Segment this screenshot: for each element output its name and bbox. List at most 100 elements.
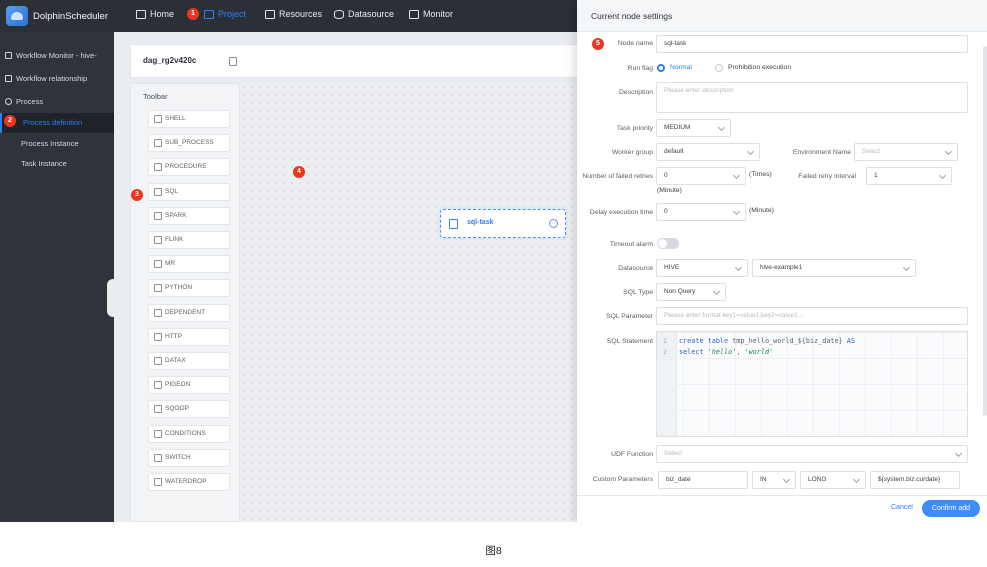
nav-datasource[interactable]: Datasource bbox=[334, 9, 394, 19]
confirm-add-button[interactable]: Confirm add bbox=[922, 500, 980, 517]
sidebar: Workflow Monitor - hive- Workflow relati… bbox=[0, 32, 115, 522]
node-connect-icon[interactable] bbox=[549, 219, 558, 228]
nav-monitor[interactable]: Monitor bbox=[409, 9, 453, 19]
tool-label: HTTP bbox=[165, 332, 182, 340]
tool-sub-process[interactable]: SUB_PROCESS bbox=[148, 134, 230, 153]
sql-statement-editor[interactable]: 1 2 create table tmp_hello_world_${biz_d… bbox=[656, 331, 968, 437]
app-logo[interactable]: DolphinScheduler bbox=[6, 6, 108, 26]
custom-param-value-input[interactable]: ${system.biz.curdate} bbox=[870, 471, 960, 489]
sidebar-item-process-definition[interactable]: Process definition bbox=[0, 113, 114, 133]
sidebar-item-workflow-monitor[interactable]: Workflow Monitor - hive- bbox=[0, 46, 114, 66]
sidebar-item-workflow-relationship[interactable]: Workflow relationship bbox=[0, 69, 114, 89]
line-number: 1 bbox=[663, 337, 667, 345]
code-token: 'hello' bbox=[707, 348, 737, 356]
task-priority-select[interactable]: MEDIUM bbox=[656, 119, 731, 137]
description-label: Description bbox=[619, 89, 653, 96]
tool-switch[interactable]: SWITCH bbox=[148, 448, 230, 467]
line-number: 2 bbox=[663, 348, 667, 356]
chevron-down-icon bbox=[852, 475, 861, 484]
step-badge-1: 1 bbox=[187, 8, 199, 20]
dag-node-sql-task[interactable]: sql-task bbox=[440, 209, 566, 238]
run-flag-normal-radio[interactable] bbox=[657, 64, 665, 72]
tool-label: PROCEDURE bbox=[165, 163, 207, 171]
sqoop-icon bbox=[154, 405, 162, 414]
dag-canvas[interactable]: sql-task bbox=[240, 83, 587, 522]
tool-sqoop[interactable]: SQOOP bbox=[148, 400, 230, 419]
panel-title: Current node settings bbox=[591, 11, 673, 21]
sidebar-item-label: Workflow Monitor - hive- bbox=[16, 51, 97, 60]
sidebar-item-process[interactable]: Process bbox=[0, 92, 114, 112]
panel-footer: Cancel Confirm add bbox=[577, 495, 987, 522]
nav-home[interactable]: Home bbox=[136, 9, 174, 19]
waterdrop-icon bbox=[154, 478, 162, 486]
sidebar-item-process-instance[interactable]: Process Instance bbox=[0, 134, 114, 154]
tool-flink[interactable]: FLINK bbox=[148, 231, 230, 249]
dolphin-logo-icon bbox=[6, 6, 28, 26]
description-textarea[interactable]: Please enter description bbox=[656, 82, 968, 113]
sidebar-item-task-instance[interactable]: Task Instance bbox=[0, 154, 114, 174]
node-name-input[interactable]: sql-task bbox=[656, 35, 968, 53]
tool-shell[interactable]: SHELL bbox=[148, 110, 230, 128]
delay-time-input[interactable]: 0 bbox=[656, 203, 746, 221]
cancel-button[interactable]: Cancel bbox=[891, 504, 913, 511]
chevron-down-icon bbox=[732, 207, 741, 216]
tool-spark[interactable]: SPARK bbox=[148, 206, 230, 225]
tool-waterdrop[interactable]: WATERDROP bbox=[148, 473, 230, 491]
sql-parameter-input[interactable]: Please enter format key1=value1;key2=val… bbox=[656, 307, 968, 325]
tool-sql[interactable]: SQL bbox=[148, 182, 230, 201]
delay-time-unit: (Minute) bbox=[749, 207, 774, 214]
step-badge-5: 5 bbox=[592, 38, 604, 50]
tool-label: DATAX bbox=[165, 357, 186, 364]
nav-project[interactable]: Project bbox=[204, 9, 246, 19]
tool-http[interactable]: HTTP bbox=[148, 327, 230, 346]
copy-icon[interactable] bbox=[229, 57, 237, 66]
custom-param-direct-select[interactable]: IN bbox=[752, 471, 796, 489]
datax-icon bbox=[154, 357, 162, 365]
chevron-down-icon bbox=[938, 171, 947, 180]
retry-interval-input[interactable]: 1 bbox=[866, 167, 952, 185]
app-window: DolphinScheduler Home Project Resources … bbox=[0, 0, 987, 522]
run-flag-prohibit-radio[interactable] bbox=[715, 64, 723, 72]
tool-python[interactable]: PYTHON bbox=[148, 279, 230, 298]
panel-header: Current node settings bbox=[577, 0, 987, 32]
code-token: create table bbox=[679, 337, 733, 345]
node-name-label: Node name bbox=[617, 40, 653, 47]
panel-scrollbar[interactable] bbox=[983, 46, 987, 416]
http-icon bbox=[154, 332, 162, 341]
sql-icon bbox=[154, 187, 162, 196]
tool-conditions[interactable]: CONDITIONS bbox=[148, 424, 230, 443]
chevron-down-icon bbox=[717, 123, 726, 132]
editor-gutter: 1 2 bbox=[657, 332, 677, 436]
tool-procedure[interactable]: PROCEDURE bbox=[148, 158, 230, 177]
tool-label: WATERDROP bbox=[165, 478, 207, 485]
datasource-name-value: hive-example1 bbox=[760, 264, 803, 271]
custom-param-type-select[interactable]: LONG bbox=[800, 471, 866, 489]
worker-group-select[interactable]: default bbox=[656, 143, 760, 161]
toolbar-title: Toolbar bbox=[143, 92, 168, 101]
udf-function-select[interactable]: Select bbox=[656, 445, 968, 463]
tool-datax[interactable]: DATAX bbox=[148, 352, 230, 370]
sidebar-item-label: Process definition bbox=[23, 118, 83, 127]
retry-interval-label: Failed retry interval bbox=[798, 173, 856, 180]
tool-pigeon[interactable]: PIGEON bbox=[148, 376, 230, 395]
sql-type-select[interactable]: Non Query bbox=[656, 283, 726, 301]
environment-select[interactable]: Select bbox=[854, 143, 958, 161]
custom-param-prop-input[interactable]: biz_date bbox=[658, 471, 748, 489]
tool-label: SHELL bbox=[165, 115, 186, 122]
failed-retries-input[interactable]: 0 bbox=[656, 167, 746, 185]
chevron-down-icon bbox=[944, 147, 953, 156]
code-token: select bbox=[679, 348, 708, 356]
monitor-icon bbox=[409, 9, 419, 19]
datasource-type-select[interactable]: HIVE bbox=[656, 259, 748, 277]
chevron-down-icon bbox=[954, 449, 963, 458]
nav-resources[interactable]: Resources bbox=[265, 9, 322, 19]
tool-label: SQOOP bbox=[165, 405, 189, 413]
datasource-name-select[interactable]: hive-example1 bbox=[752, 259, 916, 277]
chevron-down-icon bbox=[902, 263, 911, 272]
figure-caption: 图8 bbox=[485, 545, 502, 557]
tool-mr[interactable]: MR bbox=[148, 255, 230, 274]
tool-dependent[interactable]: DEPENDENT bbox=[148, 303, 230, 322]
timeout-alarm-label: Timeout alarm bbox=[609, 241, 653, 248]
timeout-alarm-toggle[interactable] bbox=[657, 238, 679, 249]
run-flag-normal-label: Normal bbox=[670, 64, 692, 71]
